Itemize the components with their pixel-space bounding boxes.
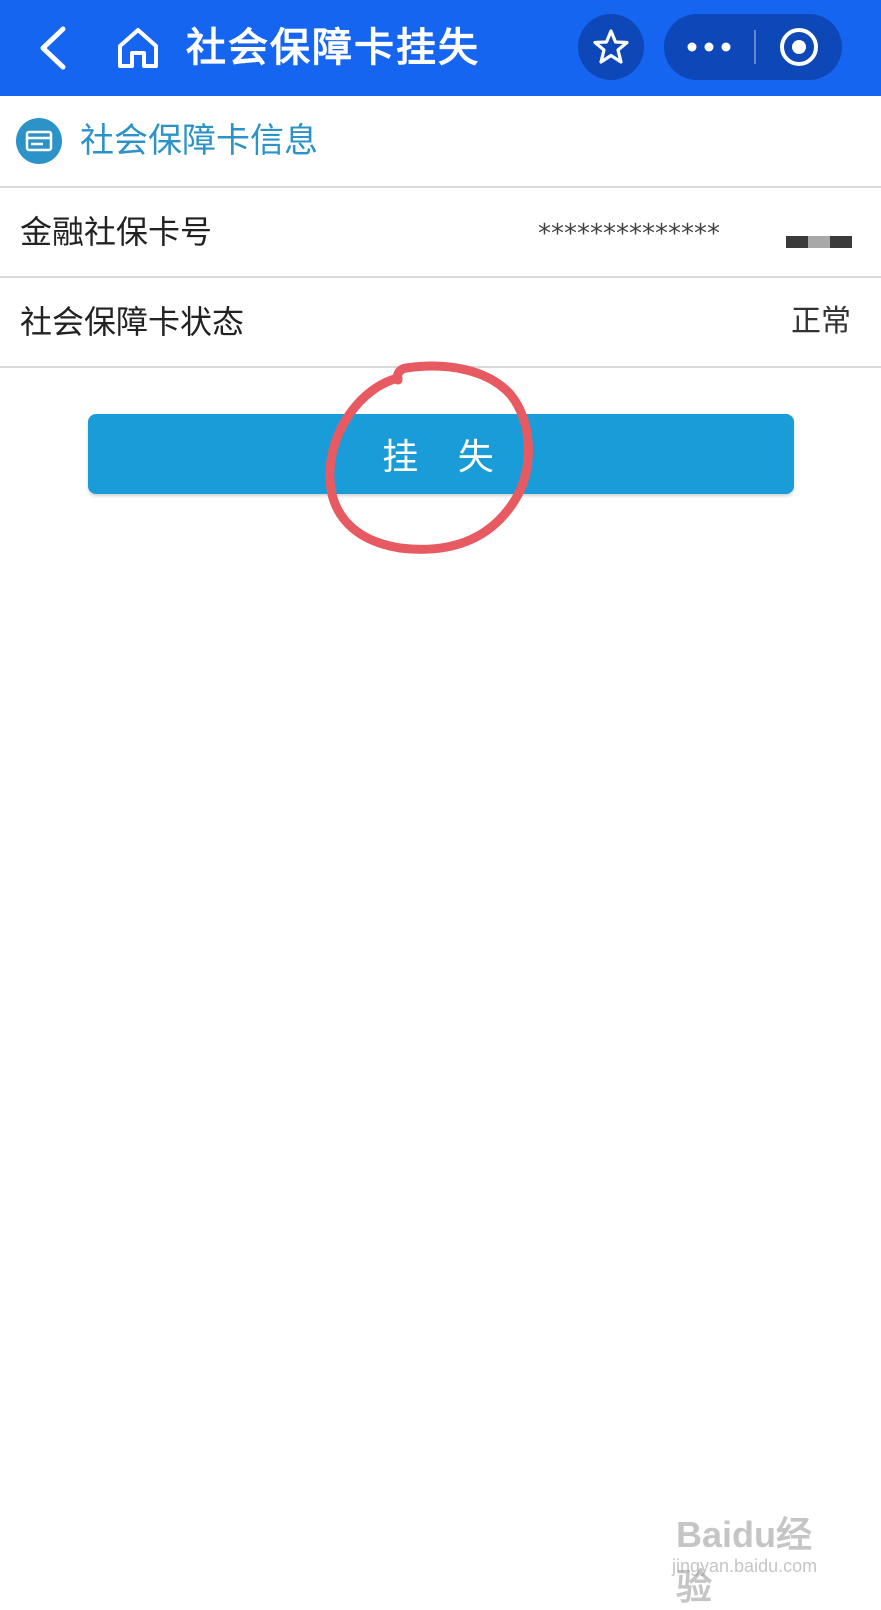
card-status-label: 社会保障卡状态 <box>20 303 245 341</box>
mini-program-capsule <box>664 14 842 80</box>
home-icon <box>118 28 158 68</box>
back-button[interactable] <box>28 20 76 76</box>
baidu-watermark: Baidu经验 jingyan.baidu.com <box>668 1498 838 1607</box>
card-number-value: ************** <box>538 219 720 249</box>
card-number-label: 金融社保卡号 <box>20 213 213 251</box>
close-circle-icon <box>780 28 818 66</box>
back-chevron-icon <box>40 26 66 70</box>
more-dots-icon <box>687 42 731 52</box>
card-icon <box>16 118 62 164</box>
top-nav-bar: 社会保障卡挂失 <box>0 0 881 96</box>
card-status-row: 社会保障卡状态 正常 <box>0 278 881 368</box>
card-number-row: 金融社保卡号 ************** <box>0 188 881 278</box>
redaction-mark <box>786 236 852 248</box>
watermark-url: jingyan.baidu.com <box>672 1556 818 1576</box>
section-title: 社会保障卡信息 <box>80 121 318 161</box>
page-title: 社会保障卡挂失 <box>186 25 480 71</box>
close-button[interactable] <box>756 14 842 80</box>
star-icon <box>593 29 629 64</box>
section-header: 社会保障卡信息 <box>0 96 881 188</box>
home-button[interactable] <box>112 20 164 76</box>
card-status-value: 正常 <box>791 304 851 339</box>
report-lost-button[interactable]: 挂 失 <box>88 414 794 494</box>
favorite-button[interactable] <box>578 14 644 80</box>
more-button[interactable] <box>664 14 754 80</box>
